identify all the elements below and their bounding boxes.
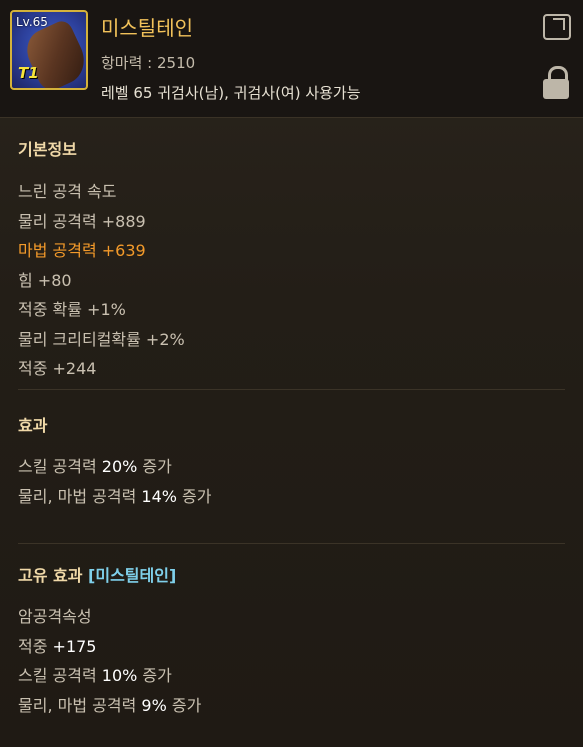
divider [18, 543, 565, 544]
stat-line: 적중 +244 [18, 359, 97, 378]
unique-line: 암공격속성 [18, 607, 92, 626]
stat-line: 물리 크리티컬확률 +2% [18, 329, 185, 349]
stat-line: 느린 공격 속도 [18, 182, 117, 201]
unique-line: 스킬 공격력 10% 증가 [18, 666, 172, 685]
unique-line: 적중 +175 [18, 636, 97, 656]
item-level-label: Lv.65 [16, 15, 48, 29]
section-title-effects: 효과 [18, 416, 48, 435]
effects-section: 효과 스킬 공격력 20% 증가 물리, 마법 공격력 14% 증가 [0, 412, 583, 511]
section-title-unique: 고유 효과 [미스틸테인] [18, 566, 177, 585]
weapon-icon: Lv.65 T1 [10, 10, 88, 90]
effect-line: 물리, 마법 공격력 14% 증가 [18, 486, 212, 506]
unique-set-name: [미스틸테인] [88, 566, 177, 585]
stat-line: 적중 확률 +1% [18, 300, 126, 319]
divider [18, 389, 565, 390]
magic-resist-stat: 항마력 : 2510 [101, 54, 196, 72]
item-name: 미스틸테인 [101, 16, 193, 40]
stat-line-magic-attack: 마법 공격력 +639 [18, 241, 146, 260]
requirement-text: 레벨 65 귀검사(남), 귀검사(여) 사용가능 [101, 84, 361, 102]
section-title-basic: 기본정보 [18, 140, 77, 159]
unique-line: 물리, 마법 공격력 9% 증가 [18, 695, 202, 715]
share-icon[interactable] [543, 14, 571, 40]
unique-effect-section: 고유 효과 [미스틸테인] 암공격속성 적중 +175 스킬 공격력 10% 증… [0, 562, 583, 720]
stat-line: 힘 +80 [18, 270, 72, 290]
basic-info-section: 기본정보 느린 공격 속도 물리 공격력 +889 마법 공격력 +639 힘 … [0, 136, 583, 384]
effect-line: 스킬 공격력 20% 증가 [18, 457, 172, 476]
lock-icon[interactable] [543, 66, 569, 100]
tier-badge: T1 [18, 64, 39, 82]
item-tooltip: Lv.65 T1 미스틸테인 항마력 : 2510 레벨 65 귀검사(남), … [0, 0, 583, 747]
item-header: Lv.65 T1 미스틸테인 항마력 : 2510 레벨 65 귀검사(남), … [0, 0, 583, 118]
stat-line: 물리 공격력 +889 [18, 211, 146, 231]
